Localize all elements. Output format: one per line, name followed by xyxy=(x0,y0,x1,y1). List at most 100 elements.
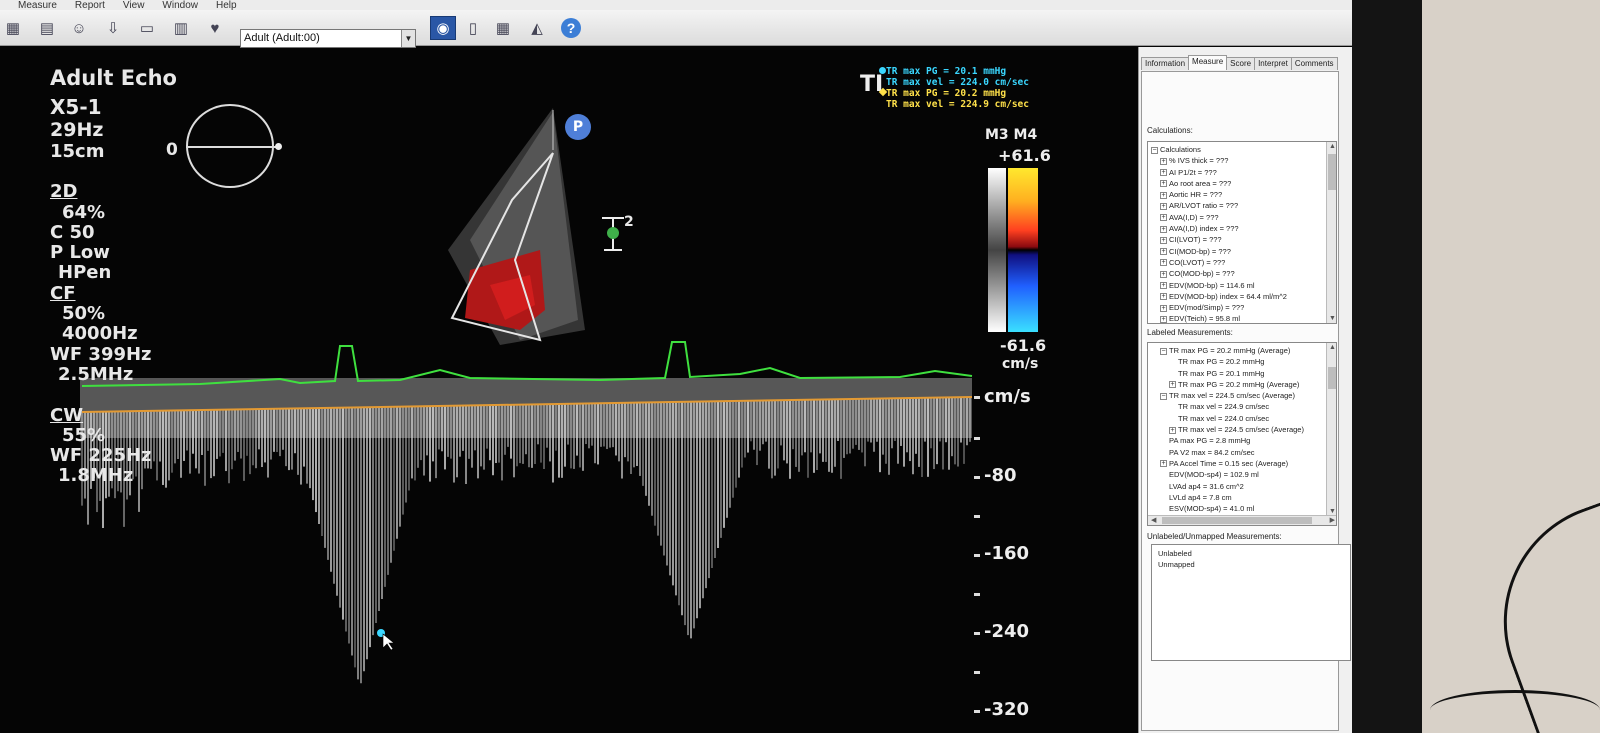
calc-item[interactable]: + CI(MOD-bp) = ??? xyxy=(1151,246,1336,257)
labeled-item[interactable]: + TR max vel = 224.5 cm/sec (Average) xyxy=(1151,424,1336,435)
calc-item-label: CI(LVOT) = ??? xyxy=(1169,235,1222,245)
tree-item-unmapped[interactable]: Unmapped xyxy=(1158,559,1350,570)
calc-scrollbar[interactable]: ▲ ▼ xyxy=(1326,142,1336,323)
labeled-item[interactable]: + TR max PG = 20.2 mmHg (Average) xyxy=(1151,379,1336,390)
calc-item[interactable]: + EDV(MOD-bp) = 114.6 ml xyxy=(1151,280,1336,291)
calc-item[interactable]: + CO(MOD-bp) = ??? xyxy=(1151,268,1336,279)
help-icon[interactable]: ? xyxy=(558,16,584,40)
expand-icon[interactable]: + xyxy=(1160,203,1167,210)
image-mode-icon[interactable]: ◉ xyxy=(430,16,456,40)
expand-icon[interactable]: + xyxy=(1160,225,1167,233)
expand-icon[interactable]: + xyxy=(1160,214,1167,222)
chevron-down-icon[interactable]: ▼ xyxy=(401,30,415,47)
menu-bar: Measure Report View Window Help xyxy=(0,0,1352,10)
labeled-item[interactable]: ESV(MOD-sp4) = 41.0 ml xyxy=(1151,503,1336,514)
panel-tabs: Information Measure Score Interpret Comm… xyxy=(1141,55,1351,71)
calc-item[interactable]: + EDV(MOD-bp) index = 64.4 ml/m^2 xyxy=(1151,291,1336,302)
expand-icon[interactable]: + xyxy=(1160,236,1167,244)
labeled-measurements-tree[interactable]: − TR max PG = 20.2 mmHg (Average) TR max P… xyxy=(1147,342,1337,526)
calc-item[interactable]: + EDV(mod/Simp) = ??? xyxy=(1151,302,1336,313)
labeled-item[interactable]: TR max vel = 224.9 cm/sec xyxy=(1151,401,1336,412)
labeled-item-label: TR max PG = 20.2 mmHg xyxy=(1178,357,1265,367)
calc-item[interactable]: + CO(LVOT) = ??? xyxy=(1151,257,1336,268)
labeled-scroll-thumb xyxy=(1328,367,1336,389)
expand-icon[interactable]: + xyxy=(1169,381,1176,389)
calc-item[interactable]: + Ao root area = ??? xyxy=(1151,178,1336,189)
monitor-bezel xyxy=(1352,0,1422,733)
report-icon[interactable]: ▤ xyxy=(34,16,60,40)
expand-icon[interactable]: + xyxy=(1160,270,1167,278)
labeled-item[interactable]: PA max PG = 2.8 mmHg xyxy=(1151,435,1336,446)
labeled-item[interactable]: − TR max vel = 224.5 cm/sec (Average) xyxy=(1151,390,1336,401)
calculations-tree[interactable]: − Calculations +% IVS thick = ??? + AI P1/2t… xyxy=(1147,141,1337,324)
unlabeled-tree[interactable]: Unlabeled Unmapped xyxy=(1151,544,1351,661)
calc-item[interactable]: +% IVS thick = ??? xyxy=(1151,155,1336,166)
expand-icon[interactable]: + xyxy=(1160,315,1167,323)
tab-comments[interactable]: Comments xyxy=(1290,57,1338,70)
heart-icon[interactable]: ♥ xyxy=(202,16,228,40)
expand-icon[interactable]: + xyxy=(1160,304,1167,312)
patient-icon[interactable]: ▦ xyxy=(0,16,26,40)
freq-cw: 1.8MHz xyxy=(58,465,134,486)
expand-icon[interactable]: + xyxy=(1160,259,1167,267)
print-icon[interactable]: ▥ xyxy=(168,16,194,40)
scale-tick xyxy=(974,671,980,674)
labeled-item[interactable]: − TR max PG = 20.2 mmHg (Average) xyxy=(1151,345,1336,356)
tr-readout-3: TR max PG = 20.2 mmHg xyxy=(886,88,1007,99)
scale-tick xyxy=(974,632,980,635)
export-icon[interactable]: ⇩ xyxy=(100,16,126,40)
labeled-item-label: TR max vel = 224.0 cm/sec xyxy=(1178,413,1270,423)
labeled-item[interactable]: LVLd ap4 = 7.8 cm xyxy=(1151,492,1336,503)
calc-item-label: Aortic HR = ??? xyxy=(1169,190,1223,200)
menu-item-help[interactable]: Help xyxy=(216,1,237,11)
labeled-item[interactable]: + PA Accel Time = 0.15 sec (Average) xyxy=(1151,458,1336,469)
expand-icon[interactable]: + xyxy=(1160,293,1167,301)
menu-item-window[interactable]: Window xyxy=(162,1,198,11)
collapse-icon[interactable]: − xyxy=(1151,146,1158,154)
tab-measure[interactable]: Measure xyxy=(1188,55,1228,70)
labeled-item-label: PA Accel Time = 0.15 sec (Average) xyxy=(1169,458,1289,468)
calc-item[interactable]: + AVA(I,D) index = ??? xyxy=(1151,223,1336,234)
menu-item-view[interactable]: View xyxy=(123,1,145,11)
labeled-item[interactable]: TR max vel = 224.0 cm/sec xyxy=(1151,413,1336,424)
film-icon[interactable]: ▭ xyxy=(134,16,160,40)
labeled-item[interactable]: LVAd ap4 = 31.6 cm^2 xyxy=(1151,481,1336,492)
menu-item-report[interactable]: Report xyxy=(75,1,105,11)
menu-item-measure[interactable]: Measure xyxy=(18,1,57,11)
collapse-icon[interactable]: − xyxy=(1160,392,1167,400)
calc-item[interactable]: + AI P1/2t = ??? xyxy=(1151,167,1336,178)
expand-icon[interactable]: + xyxy=(1160,180,1167,188)
calc-item[interactable]: + CI(LVOT) = ??? xyxy=(1151,234,1336,245)
expand-icon[interactable]: + xyxy=(1160,191,1167,199)
collapse-icon[interactable]: − xyxy=(1160,347,1167,355)
expand-icon[interactable]: + xyxy=(1160,169,1167,177)
calc-item[interactable]: + AR/LVOT ratio = ??? xyxy=(1151,200,1336,211)
expand-icon[interactable]: + xyxy=(1160,248,1167,256)
calc-item[interactable]: + EDV(Teich) = 95.8 ml xyxy=(1151,313,1336,323)
preset-select[interactable]: Adult (Adult:00) ▼ xyxy=(240,29,416,48)
labeled-scrollbar[interactable]: ▲ ▼ xyxy=(1326,343,1336,516)
mode-cf: CF xyxy=(50,283,76,304)
labeled-item[interactable]: TR max PG = 20.1 mmHg xyxy=(1151,368,1336,379)
expand-icon[interactable]: + xyxy=(1160,157,1167,165)
tab-interpret[interactable]: Interpret xyxy=(1254,57,1292,70)
calc-item[interactable]: + Aortic HR = ??? xyxy=(1151,189,1336,200)
labeled-item[interactable]: PA V2 max = 84.2 cm/sec xyxy=(1151,447,1336,458)
labeled-item[interactable]: EDV(MOD-sp4) = 102.9 ml xyxy=(1151,469,1336,480)
expand-icon[interactable]: + xyxy=(1169,426,1176,434)
expand-icon[interactable]: + xyxy=(1160,460,1167,468)
tree-item-unlabeled[interactable]: Unlabeled xyxy=(1158,548,1350,559)
calc-scroll-thumb xyxy=(1328,154,1336,190)
user-icon[interactable]: ☺ xyxy=(66,16,92,40)
document-icon[interactable]: ▯ xyxy=(460,16,486,40)
tab-score[interactable]: Score xyxy=(1226,57,1256,70)
table-icon[interactable]: ▦ xyxy=(490,16,516,40)
expand-icon[interactable]: + xyxy=(1160,282,1167,290)
labeled-item[interactable]: TR max PG = 20.2 mmHg xyxy=(1151,356,1336,367)
calc-item[interactable]: − Calculations xyxy=(1151,144,1336,155)
probe-icon[interactable]: ◭ xyxy=(524,16,550,40)
calc-item[interactable]: + AVA(I,D) = ??? xyxy=(1151,212,1336,223)
tab-information[interactable]: Information xyxy=(1141,57,1190,70)
position-marker[interactable]: P xyxy=(565,114,591,140)
labeled-hscrollbar[interactable]: ◀ ▶ xyxy=(1148,515,1336,525)
